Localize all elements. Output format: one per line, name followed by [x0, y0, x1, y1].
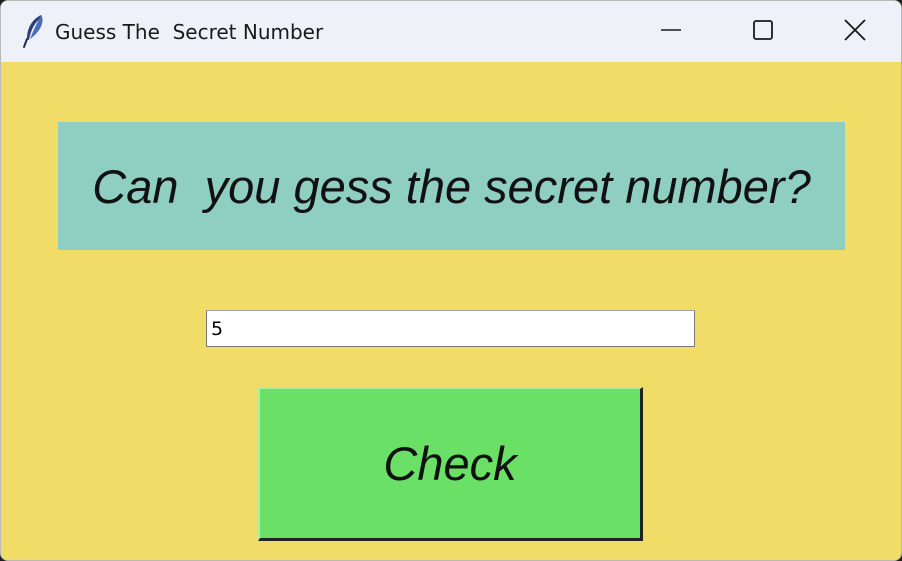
maximize-button[interactable] — [717, 1, 809, 62]
close-icon — [843, 18, 867, 46]
window-title: Guess The Secret Number — [55, 20, 324, 44]
close-button[interactable] — [809, 1, 901, 62]
minimize-icon — [659, 18, 683, 46]
check-button[interactable]: Check — [258, 387, 643, 541]
title-bar[interactable]: Guess The Secret Number — [1, 1, 901, 62]
feather-icon — [21, 13, 47, 49]
guess-input[interactable] — [206, 310, 695, 347]
minimize-button[interactable] — [625, 1, 717, 62]
app-window: Guess The Secret Number Can you gess the… — [0, 0, 902, 561]
maximize-icon — [751, 18, 775, 46]
client-area: Can you gess the secret number? Check — [1, 62, 901, 560]
question-label: Can you gess the secret number? — [58, 122, 845, 250]
